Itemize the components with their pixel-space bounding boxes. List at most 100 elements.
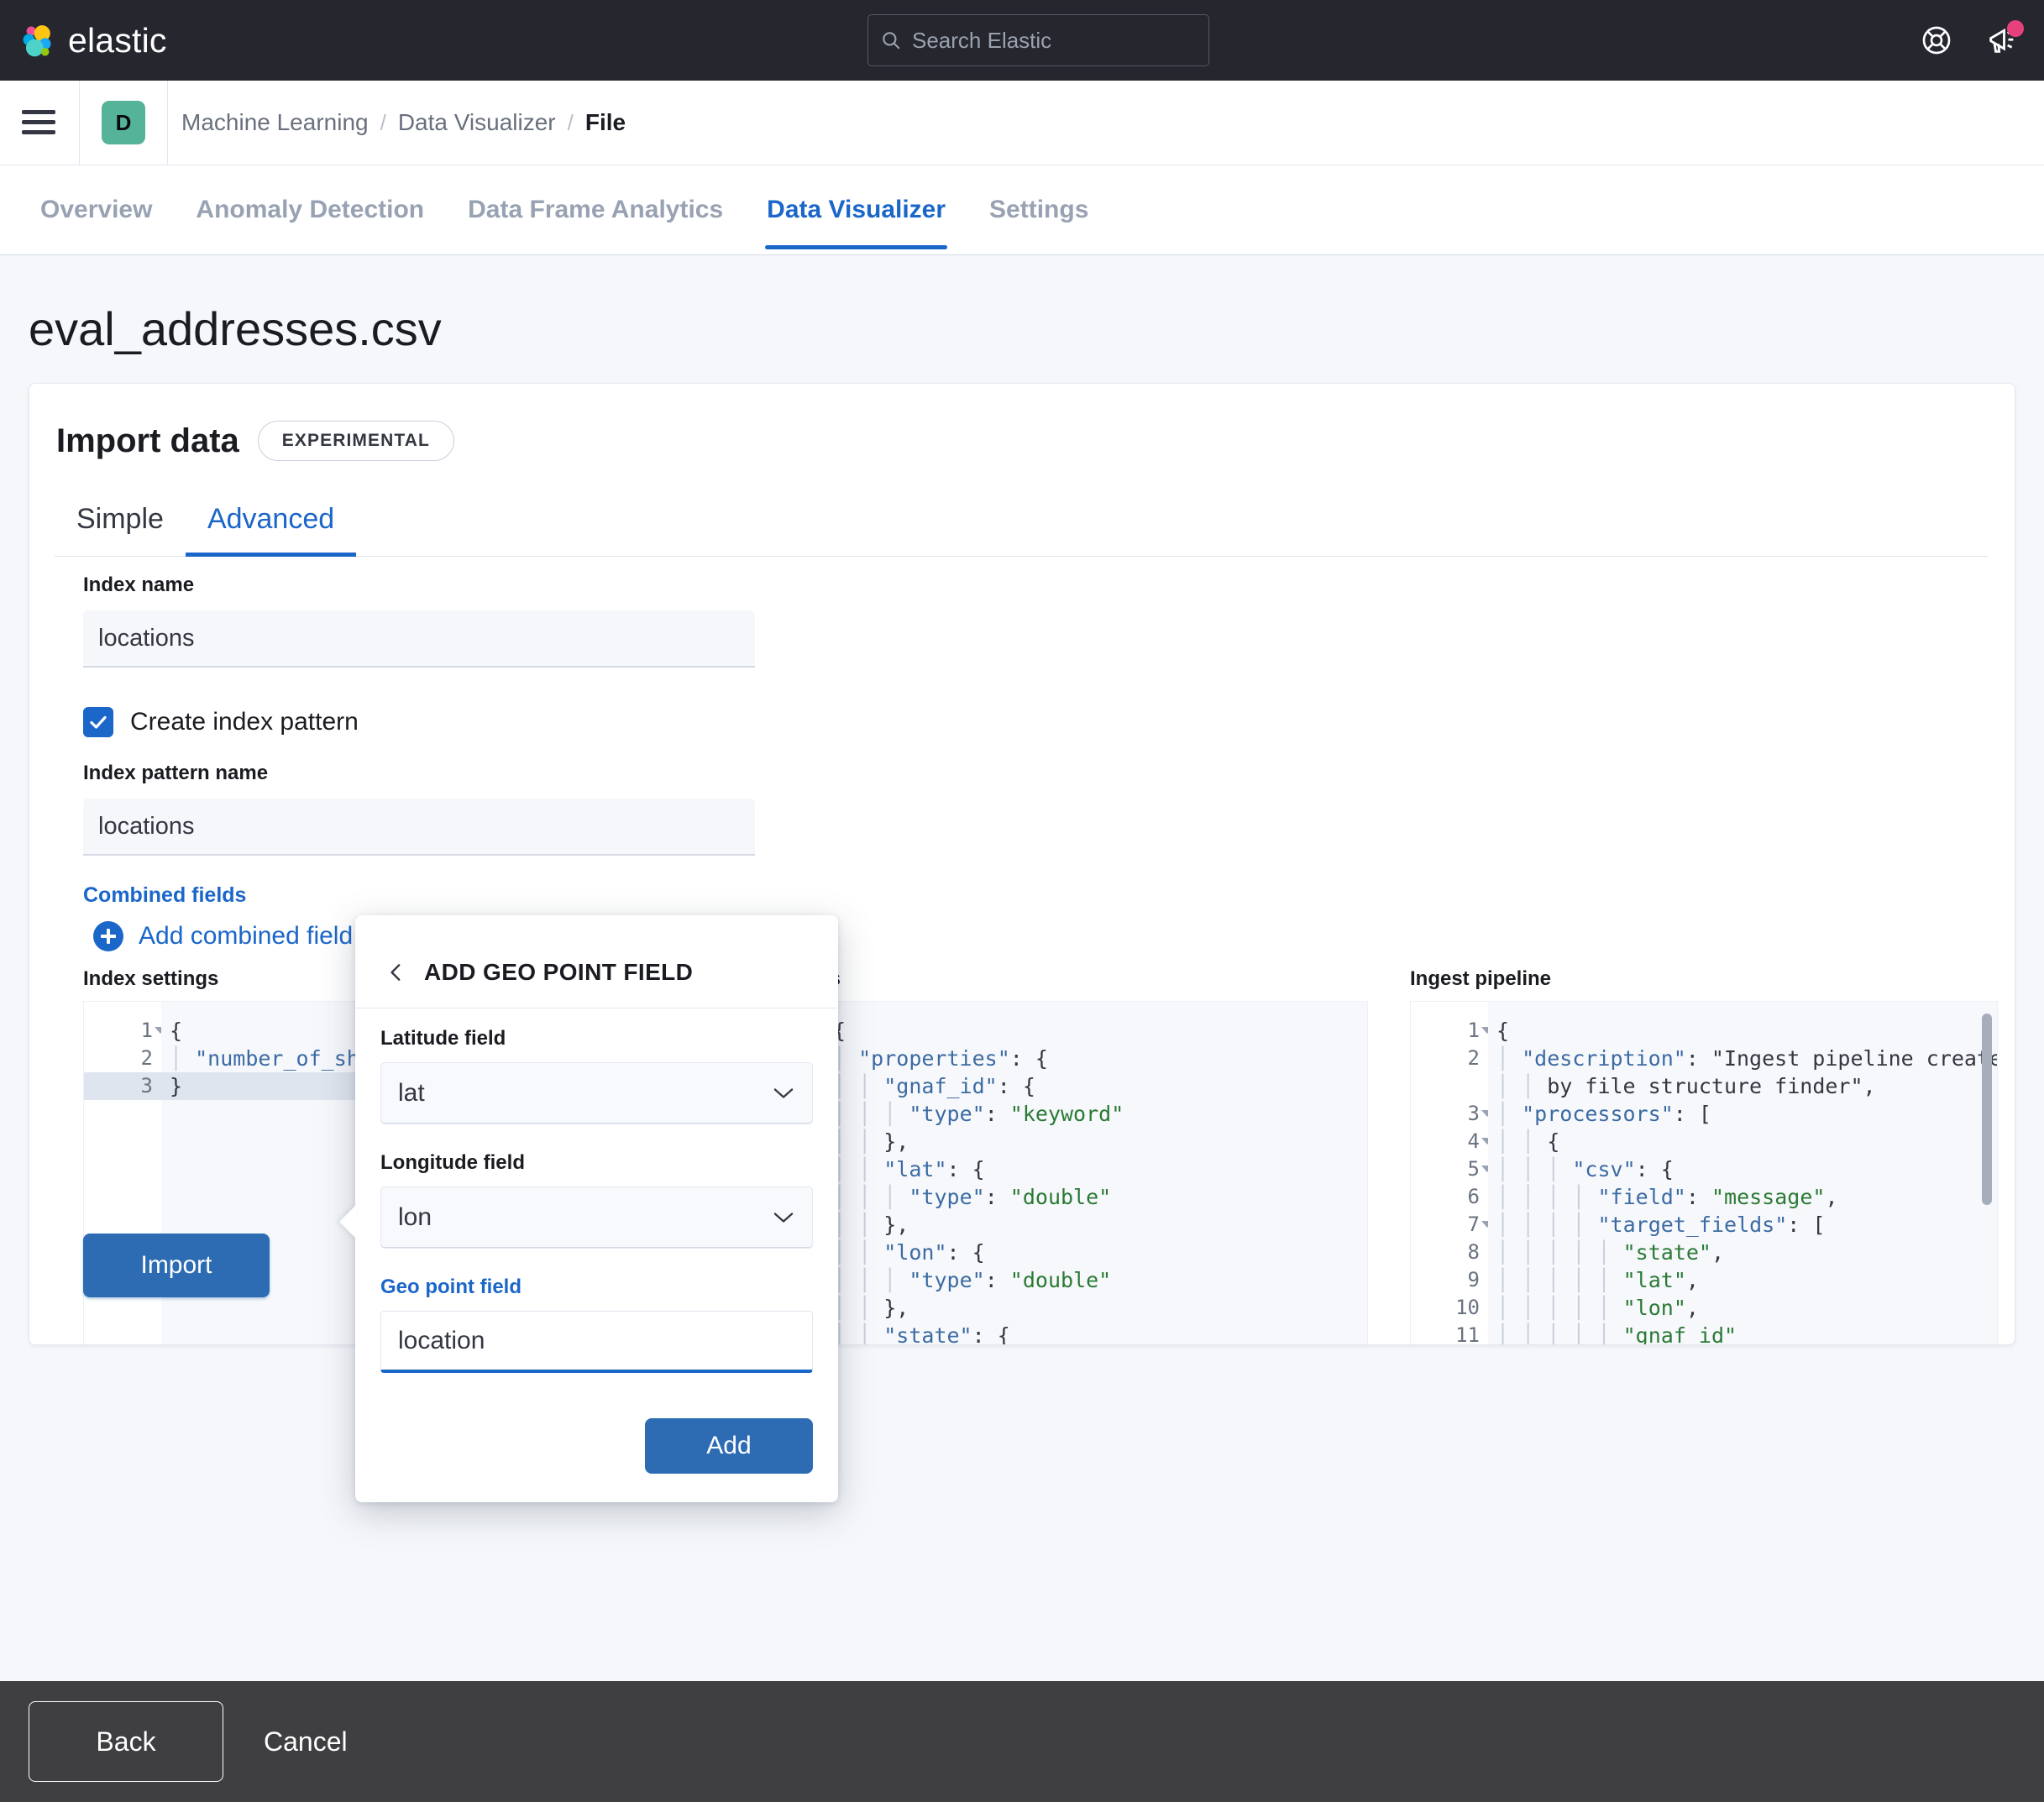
geo-point-field-input[interactable]: location <box>380 1311 813 1373</box>
breadcrumb-item-machine-learning[interactable]: Machine Learning <box>181 109 369 136</box>
add-button[interactable]: Add <box>645 1418 813 1474</box>
breadcrumb-item-file: File <box>584 109 626 135</box>
code-line: │ │ "lon": { <box>833 1240 985 1265</box>
code-line: │ │ │ "csv": { <box>1496 1157 1674 1181</box>
latitude-field-select[interactable]: lat <box>380 1062 813 1124</box>
code-line: │ │ │ │ │ "state", <box>1496 1240 1725 1265</box>
add-geo-point-field-popover: ADD GEO POINT FIELD Latitude field lat L… <box>339 915 838 1502</box>
popover-footer: Add <box>355 1396 838 1502</box>
mappings-code[interactable]: { │ "properties": { │ │ "gnaf_id": { │ │ │ … <box>825 1002 1367 1344</box>
search-input[interactable]: Search Elastic <box>867 14 1209 66</box>
code-line: │ │ "lat": { <box>833 1157 985 1181</box>
hamburger-menu-icon[interactable] <box>22 110 55 135</box>
tab-overview[interactable]: Overview <box>18 165 174 249</box>
index-pattern-name-field-group: Index pattern name locations <box>83 762 755 856</box>
import-data-panel: Import data EXPERIMENTAL Simple Advanced… <box>29 383 2015 1345</box>
code-line: │ │ │ "type": "double" <box>833 1268 1112 1292</box>
longitude-field-select[interactable]: lon <box>380 1186 813 1249</box>
chevron-down-icon <box>773 1088 794 1098</box>
create-index-pattern-checkbox[interactable]: Create index pattern <box>83 707 359 737</box>
tab-anomaly-detection[interactable]: Anomaly Detection <box>174 165 446 249</box>
index-name-field-group: Index name locations <box>83 574 755 668</box>
code-line: │ │ }, <box>833 1213 909 1237</box>
tab-data-frame-analytics[interactable]: Data Frame Analytics <box>446 165 745 249</box>
search-placeholder: Search Elastic <box>912 27 1052 53</box>
mappings-title: Mappings <box>747 967 1368 991</box>
bottom-action-bar: Back Cancel <box>0 1681 2044 1802</box>
main-nav-tabs: Overview Anomaly Detection Data Frame An… <box>0 165 2044 255</box>
code-line: │ │ }, <box>833 1129 909 1154</box>
popover-header: ADD GEO POINT FIELD <box>355 915 838 1008</box>
divider <box>167 80 168 165</box>
elastic-brand[interactable]: elastic <box>18 21 167 60</box>
breadcrumb-separator: / <box>567 109 574 135</box>
ingest-pipeline-editor[interactable]: 123456789101112131415161718 {│ "descript… <box>1410 1001 1998 1344</box>
gutter-line: 5 <box>1411 1155 1493 1183</box>
breadcrumb-item-data-visualizer[interactable]: Data Visualizer <box>398 109 556 136</box>
back-button[interactable]: Back <box>29 1701 223 1782</box>
gutter-line: 1 <box>1411 1017 1493 1045</box>
code-line: │ "description": "Ingest pipeline create… <box>1496 1046 1997 1071</box>
tab-data-visualizer[interactable]: Data Visualizer <box>745 165 967 249</box>
chrome-actions <box>1920 0 2024 81</box>
space-avatar[interactable]: D <box>102 101 145 144</box>
tab-settings[interactable]: Settings <box>967 165 1110 249</box>
add-combined-field-button[interactable]: Add combined field <box>93 921 353 951</box>
cancel-button[interactable]: Cancel <box>238 1726 373 1757</box>
megaphone-news-icon[interactable] <box>1985 20 2024 57</box>
import-mode-tabs: Simple Advanced <box>55 491 1988 557</box>
code-line: { <box>833 1019 846 1043</box>
chevron-down-icon <box>773 1213 794 1223</box>
ingest-pipeline-editor-column: Ingest pipeline 123456789101112131415161… <box>1410 967 2015 1344</box>
combined-fields-title: Combined fields <box>83 883 247 907</box>
code-line: │ │ │ │ "field": "message", <box>1496 1185 1838 1209</box>
breadcrumb: Machine Learning / Data Visualizer / Fil… <box>181 109 626 136</box>
checkbox-checked-icon <box>83 707 113 737</box>
longitude-field-value: lon <box>398 1203 432 1231</box>
code-line: │ │ │ │ │ "lat", <box>1496 1268 1699 1292</box>
code-line: { <box>1496 1019 1510 1043</box>
experimental-badge: EXPERIMENTAL <box>257 421 454 461</box>
ingest-pipeline-code[interactable]: { │ "description": "Ingest pipeline creat… <box>1488 1002 1997 1344</box>
page-title: eval_addresses.csv <box>29 302 442 355</box>
ingest-pipeline-gutter: 123456789101112131415161718 <box>1411 1002 1493 1344</box>
code-line: │ "properties": { <box>833 1046 1048 1071</box>
gutter-line: 2 <box>140 1046 153 1070</box>
search-icon <box>883 32 900 50</box>
gutter-line: 3 <box>84 1072 161 1100</box>
index-pattern-name-input[interactable]: locations <box>83 799 755 856</box>
gutter-line: 3 <box>1411 1100 1493 1128</box>
tab-simple[interactable]: Simple <box>55 491 186 556</box>
lifebuoy-help-icon[interactable] <box>1920 24 1953 57</box>
popover-arrow <box>339 1205 356 1239</box>
code-line: │ │ }, <box>833 1296 909 1320</box>
code-line: │ │ │ │ │ "lon", <box>1496 1296 1699 1320</box>
page-body: eval_addresses.csv Import data EXPERIMEN… <box>0 255 2044 1802</box>
plus-circle-icon <box>93 921 123 951</box>
ingest-pipeline-scrollbar[interactable] <box>1982 1014 1992 1205</box>
code-line: │ │ { <box>1496 1129 1560 1154</box>
gutter-line: 8 <box>1467 1240 1480 1264</box>
import-button[interactable]: Import <box>83 1234 270 1297</box>
latitude-field-value: lat <box>398 1079 425 1107</box>
chevron-left-icon[interactable] <box>385 961 407 983</box>
code-line: │ │ by file structure finder", <box>1496 1074 1876 1098</box>
import-panel-header: Import data EXPERIMENTAL <box>56 421 2015 461</box>
longitude-field-label: Longitude field <box>380 1151 525 1174</box>
gutter-line: 6 <box>1467 1185 1480 1208</box>
create-index-pattern-label: Create index pattern <box>130 708 359 736</box>
gutter-line: 2 <box>1467 1046 1480 1070</box>
tab-advanced[interactable]: Advanced <box>185 491 357 557</box>
popover-title: ADD GEO POINT FIELD <box>424 959 694 985</box>
gutter-line: 4 <box>1411 1128 1493 1155</box>
index-name-input[interactable]: locations <box>83 610 755 668</box>
add-combined-field-label: Add combined field <box>139 922 354 950</box>
ingest-pipeline-title: Ingest pipeline <box>1410 967 1552 990</box>
top-chrome-bar: elastic Search Elastic <box>0 0 2044 81</box>
elastic-logo-icon <box>23 25 51 57</box>
geo-point-field-label: Geo point field <box>380 1276 521 1298</box>
code-line: │ │ "gnaf_id": { <box>833 1074 1035 1098</box>
mappings-editor[interactable]: 12345678910111213141516 {│ "properties":… <box>747 1001 1368 1344</box>
